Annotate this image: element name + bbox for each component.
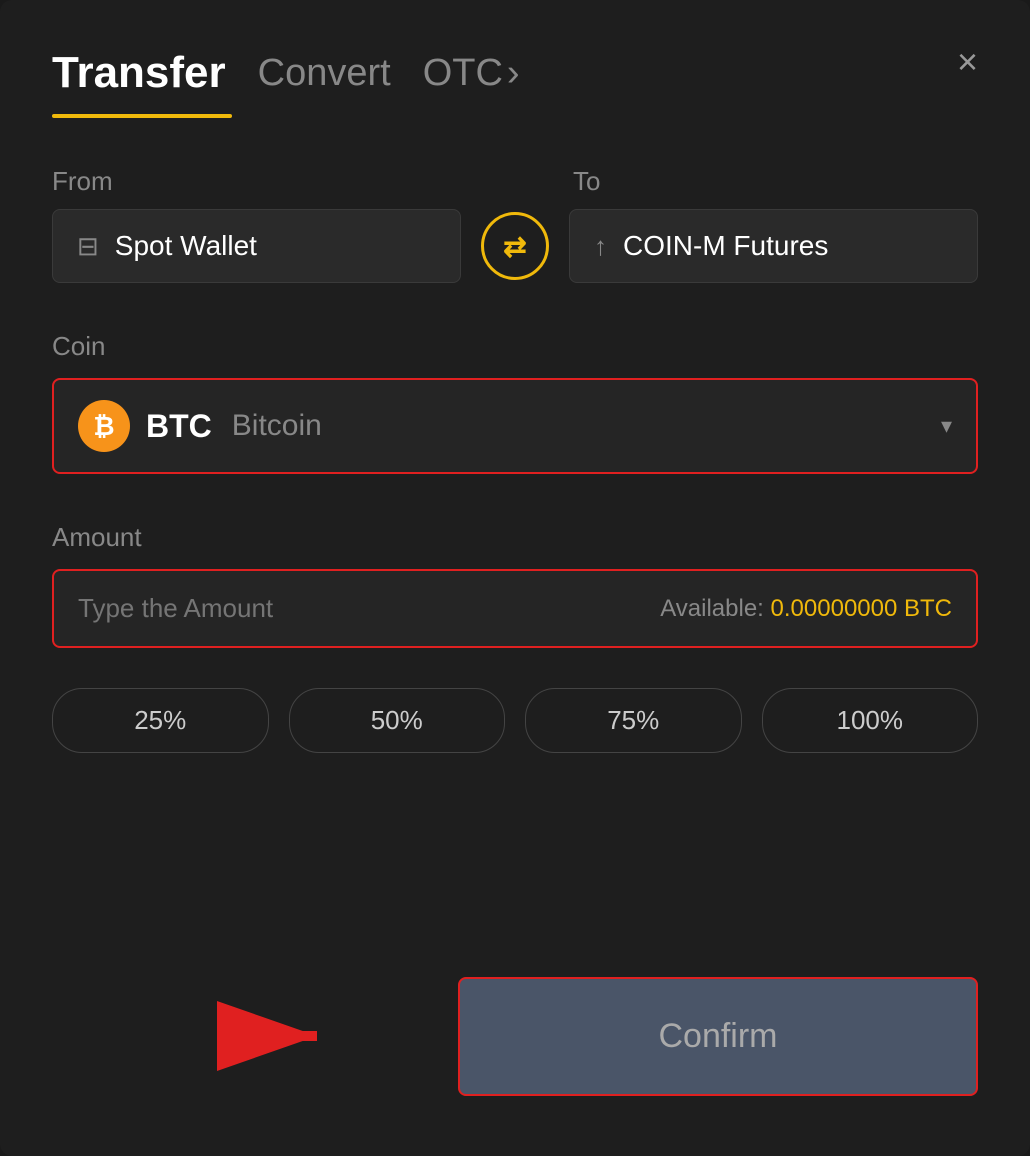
amount-label: Amount bbox=[52, 522, 978, 553]
percent-50-button[interactable]: 50% bbox=[289, 688, 506, 753]
tab-otc[interactable]: OTC › bbox=[423, 52, 520, 95]
available-display: Available: 0.00000000 BTC bbox=[660, 595, 952, 623]
to-wallet-box[interactable]: ↑ COIN-M Futures bbox=[569, 209, 978, 283]
modal-header: Transfer Convert OTC › × bbox=[52, 48, 978, 98]
available-value: 0.00000000 BTC bbox=[771, 595, 952, 622]
from-label: From bbox=[52, 166, 457, 197]
coin-section: Coin ₿ BTC Bitcoin ▾ bbox=[52, 331, 978, 474]
arrow-svg bbox=[212, 991, 332, 1081]
btc-icon: ₿ bbox=[78, 400, 130, 452]
swap-icon: ⇄ bbox=[503, 230, 526, 263]
percent-100-button[interactable]: 100% bbox=[762, 688, 979, 753]
wallet-icon: ⊟ bbox=[77, 231, 99, 262]
to-wallet-label: COIN-M Futures bbox=[623, 230, 828, 262]
amount-box: Available: 0.00000000 BTC bbox=[52, 569, 978, 648]
coin-label: Coin bbox=[52, 331, 978, 362]
percent-25-button[interactable]: 25% bbox=[52, 688, 269, 753]
wallet-row: ⊟ Spot Wallet ⇄ ↑ COIN-M Futures bbox=[52, 209, 978, 283]
arrow-indicator bbox=[212, 991, 332, 1086]
to-label: To bbox=[573, 166, 978, 197]
tab-convert[interactable]: Convert bbox=[258, 52, 391, 95]
amount-section: Amount Available: 0.00000000 BTC bbox=[52, 522, 978, 648]
active-tab-transfer: Transfer bbox=[52, 48, 226, 98]
swap-button[interactable]: ⇄ bbox=[481, 212, 549, 280]
chevron-down-icon: ▾ bbox=[941, 413, 952, 439]
from-wallet-box[interactable]: ⊟ Spot Wallet bbox=[52, 209, 461, 283]
close-button[interactable]: × bbox=[957, 44, 978, 80]
active-tab-underline bbox=[52, 114, 232, 118]
futures-icon: ↑ bbox=[594, 231, 607, 262]
coin-selector[interactable]: ₿ BTC Bitcoin ▾ bbox=[52, 378, 978, 474]
confirm-row: Confirm bbox=[52, 977, 978, 1096]
transfer-modal: Transfer Convert OTC › × From To ⊟ Spot … bbox=[0, 0, 1030, 1156]
amount-input[interactable] bbox=[78, 593, 660, 624]
coin-full-name: Bitcoin bbox=[232, 409, 322, 443]
from-wallet-label: Spot Wallet bbox=[115, 230, 257, 262]
from-to-labels: From To bbox=[52, 166, 978, 197]
percent-75-button[interactable]: 75% bbox=[525, 688, 742, 753]
coin-symbol: BTC bbox=[146, 408, 212, 445]
percent-row: 25% 50% 75% 100% bbox=[52, 688, 978, 753]
confirm-button[interactable]: Confirm bbox=[458, 977, 978, 1096]
